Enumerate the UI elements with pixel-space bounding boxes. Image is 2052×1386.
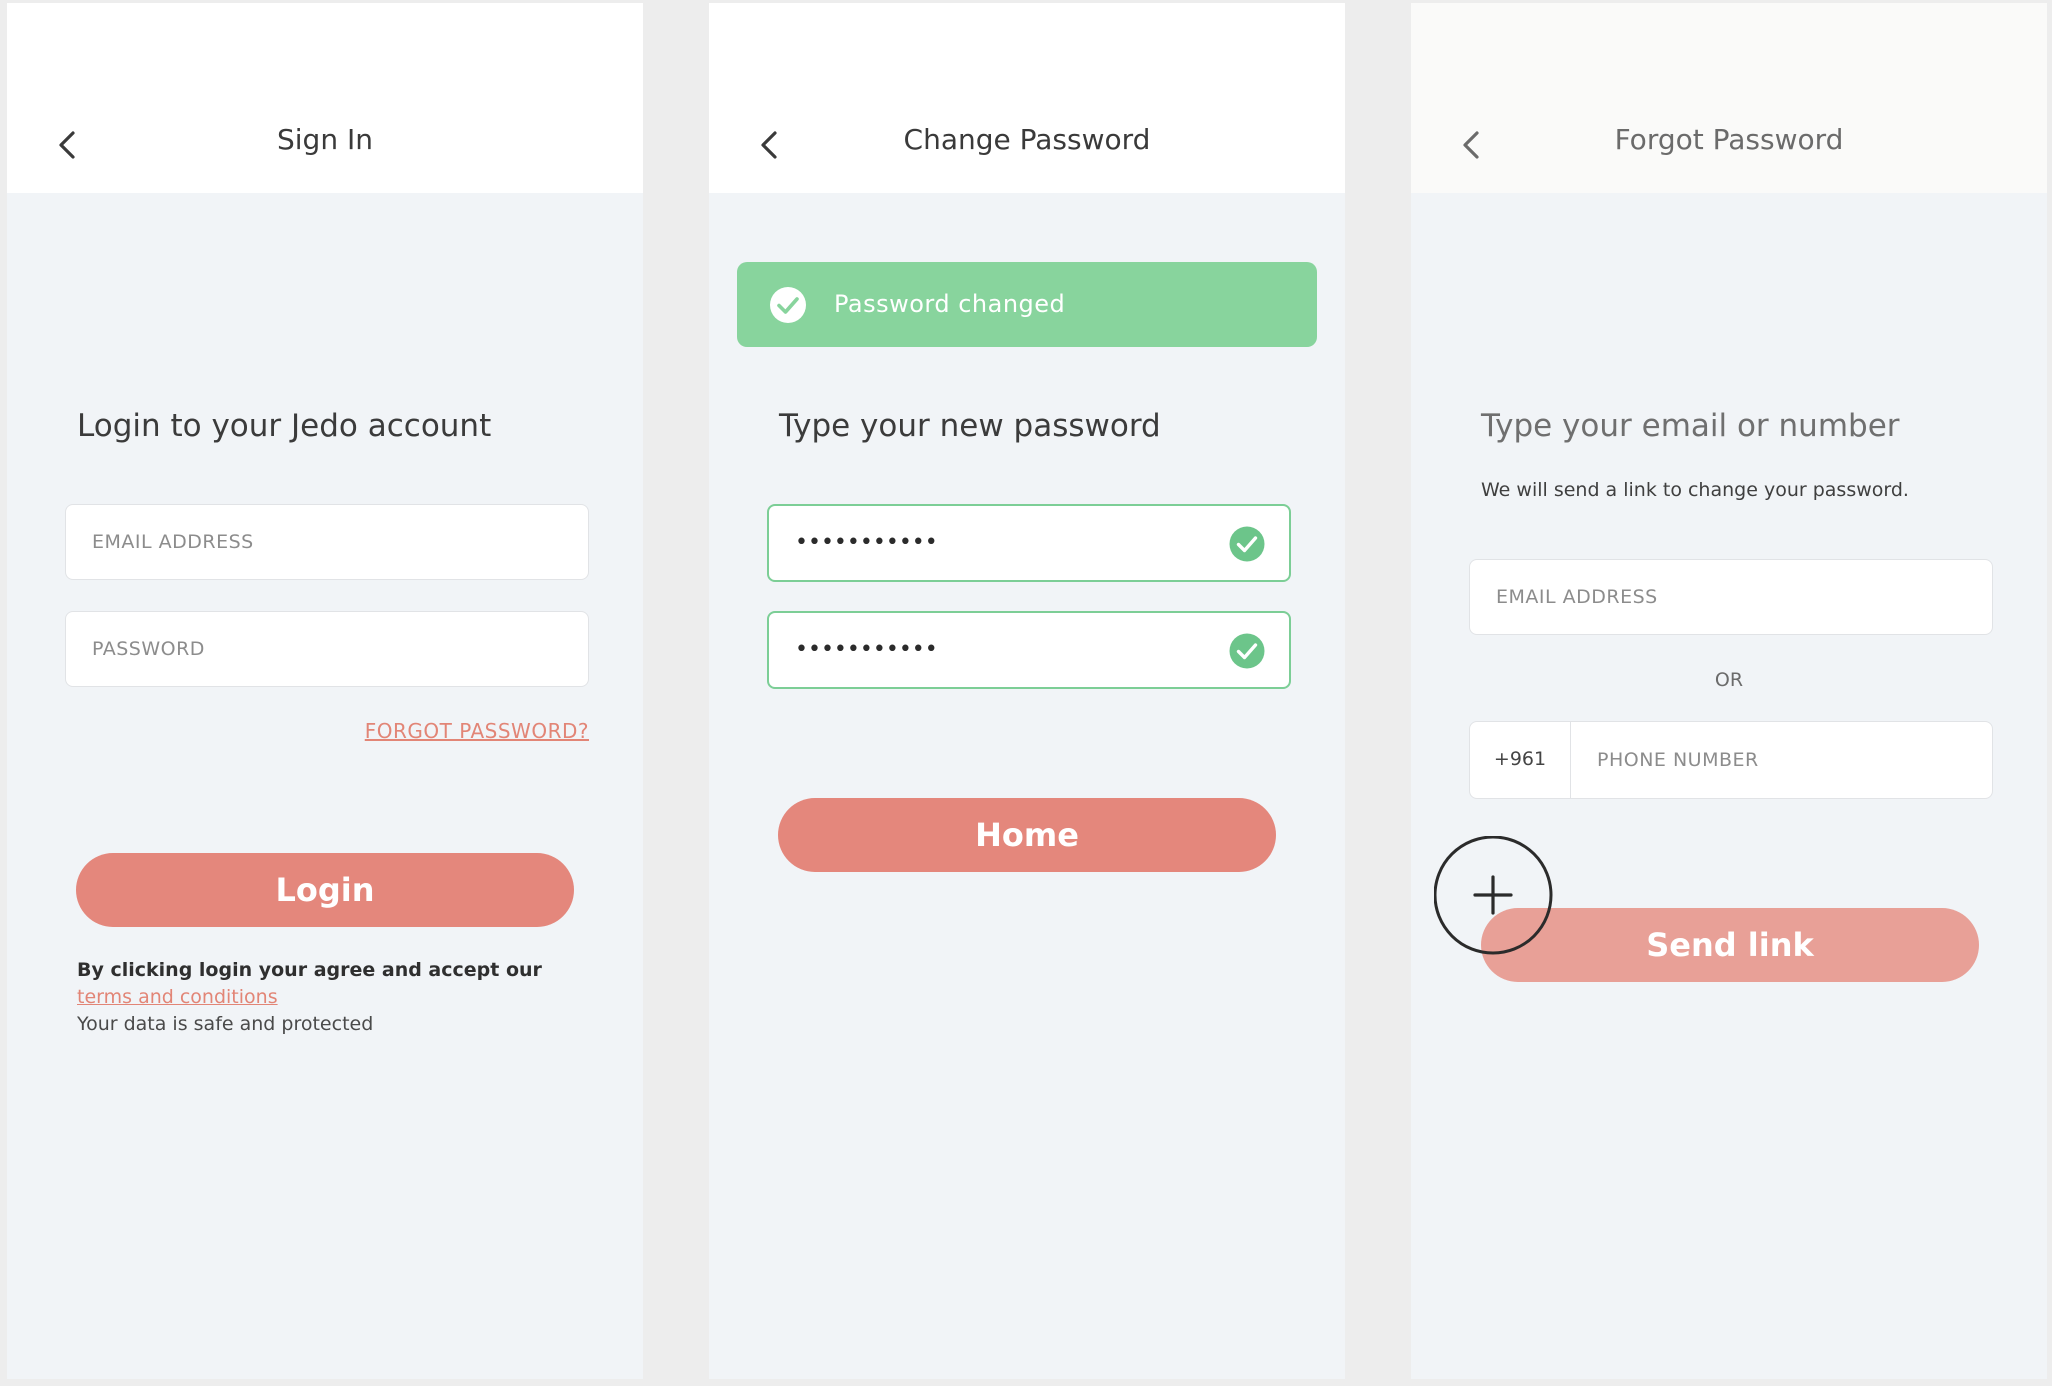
check-circle-icon [1229,526,1265,562]
forgot-subtext: We will send a link to change your passw… [1481,479,1909,501]
terms-link[interactable]: terms and conditions [77,984,597,1011]
page-title: Change Password [903,123,1151,156]
email-field[interactable] [65,504,589,580]
password-field[interactable] [65,611,589,687]
password-value: ••••••••••• [795,530,938,555]
phone-input[interactable] [1571,722,1992,798]
phone-field[interactable]: +961 [1469,721,1993,799]
terms-prefix: By clicking login your agree and accept … [77,959,542,981]
password-input[interactable] [66,612,588,686]
check-circle-icon [1229,633,1265,669]
new-password-heading: Type your new password [779,408,1161,444]
header-bar: Sign In [7,3,643,193]
email-field[interactable] [1469,559,1993,635]
header-bar: Forgot Password [1411,3,2047,193]
sign-in-screen: Sign In Login to your Jedo account FORGO… [7,3,643,1379]
confirm-password-field[interactable]: ••••••••••• [767,611,1291,689]
country-code[interactable]: +961 [1470,722,1571,798]
send-link-button[interactable]: Send link [1481,908,1979,982]
safety-note: Your data is safe and protected [77,1013,374,1035]
forgot-heading: Type your email or number [1481,408,1900,444]
change-password-screen: Change Password Password changed Type yo… [709,3,1345,1379]
page-title: Forgot Password [1614,123,1844,156]
forgot-password-link[interactable]: FORGOT PASSWORD? [365,719,589,743]
new-password-field[interactable]: ••••••••••• [767,504,1291,582]
success-toast: Password changed [737,262,1317,347]
email-input[interactable] [66,505,588,579]
password-value: ••••••••••• [795,637,938,662]
check-circle-icon [770,287,806,323]
login-button[interactable]: Login [76,853,574,927]
home-button[interactable]: Home [778,798,1276,872]
login-heading: Login to your Jedo account [77,408,492,444]
page-title: Sign In [277,123,373,156]
or-divider: OR [1714,669,1744,691]
header-bar: Change Password [709,3,1345,193]
forgot-password-screen: Forgot Password Type your email or numbe… [1411,3,2047,1379]
toast-message: Password changed [834,290,1066,318]
email-input[interactable] [1470,560,1992,634]
terms-block: By clicking login your agree and accept … [77,957,597,1038]
